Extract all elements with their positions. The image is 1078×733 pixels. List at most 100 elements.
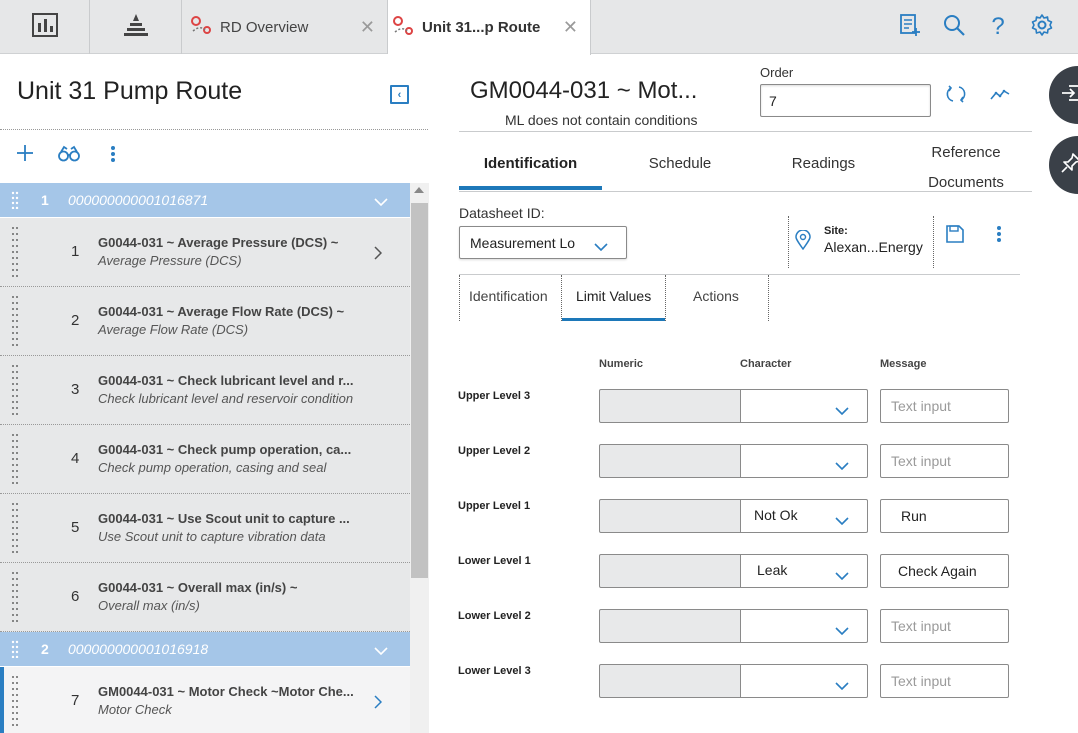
save-button[interactable] [944,224,966,247]
column-header-message: Message [880,358,927,370]
numeric-input[interactable] [599,499,741,533]
settings-button[interactable] [1028,12,1056,42]
refresh-button[interactable] [945,84,967,109]
search-button[interactable] [940,12,968,42]
tab-label: RD Overview [220,18,309,36]
list-item[interactable]: 6 G0044-031 ~ Overall max (in/s) ~ Overa… [0,563,410,632]
drag-handle-icon[interactable] [11,571,19,630]
character-select[interactable] [740,664,868,698]
help-button[interactable]: ? [985,12,1011,42]
item-subtitle: Average Pressure (DCS) [98,253,242,268]
record-title: GM0044-031 ~ Mot... [470,77,698,104]
chevron-down-icon [594,238,608,254]
item-title: G0044-031 ~ Check pump operation, ca... [98,442,352,457]
numeric-input[interactable] [599,609,741,643]
message-input[interactable]: Run [880,499,1009,533]
tab-identification[interactable]: Identification [459,155,602,172]
group-row[interactable]: 2 000000000001016918 [0,632,410,667]
message-input[interactable]: Text input [880,609,1009,643]
hierarchy-tab[interactable] [90,0,182,54]
message-input[interactable]: Check Again [880,554,1009,588]
message-input[interactable]: Text input [880,389,1009,423]
numeric-input[interactable] [599,444,741,478]
order-label: Order [760,65,794,80]
drag-handle-icon[interactable] [11,675,19,733]
route-title: Unit 31 Pump Route [17,77,243,105]
divider [459,275,460,321]
chevron-down-icon [835,622,849,638]
dashboard-tab[interactable] [0,0,90,54]
close-icon[interactable]: ✕ [563,17,578,38]
column-header-character: Character [740,358,792,370]
drag-handle-icon[interactable] [11,226,19,285]
limit-label: Upper Level 2 [458,445,531,457]
character-select[interactable]: Not Ok [740,499,868,533]
refresh-icon [946,84,966,109]
group-row[interactable]: 1 000000000001016871 [0,183,410,218]
divider [459,191,1032,192]
numeric-input[interactable] [599,389,741,423]
item-subtitle: Check pump operation, casing and seal [98,460,327,475]
collapse-panel-button[interactable]: ‹ [390,85,409,104]
list-item-selected[interactable]: 7 GM0044-031 ~ Motor Check ~Motor Che...… [0,667,410,733]
message-input[interactable]: Text input [880,664,1009,698]
list-scrollbar[interactable] [410,183,429,733]
trend-button[interactable] [989,85,1011,107]
drag-handle-icon[interactable] [11,364,19,423]
tab-unit-31-route[interactable]: Unit 31...p Route ✕ [388,0,591,55]
drag-handle-icon[interactable] [11,191,19,214]
character-select[interactable] [740,389,868,423]
more-options-button[interactable] [988,225,1010,247]
message-input[interactable]: Text input [880,444,1009,478]
scroll-up-icon[interactable] [414,187,424,193]
divider [0,129,428,130]
character-value: Leak [757,562,788,578]
chevron-down-icon [835,457,849,473]
chevron-right-icon[interactable] [374,246,383,265]
item-number: 6 [71,588,80,605]
checklist-button[interactable] [896,12,924,42]
list-item[interactable]: 3 G0044-031 ~ Check lubricant level and … [0,356,410,425]
item-title: G0044-031 ~ Average Pressure (DCS) ~ [98,235,339,250]
divider [459,274,1020,275]
list-item[interactable]: 4 G0044-031 ~ Check pump operation, ca..… [0,425,410,494]
record-panel: GM0044-031 ~ Mot... ML does not contain … [429,55,1078,733]
drag-handle-icon[interactable] [11,295,19,354]
numeric-input[interactable] [599,664,741,698]
numeric-input[interactable] [599,554,741,588]
subtab-identification[interactable]: Identification [469,288,548,304]
tab-reference-documents[interactable]: Reference Documents [895,138,1037,198]
drag-handle-icon[interactable] [11,502,19,561]
subtab-actions[interactable]: Actions [693,288,739,304]
list-item[interactable]: 1 G0044-031 ~ Average Pressure (DCS) ~ A… [0,218,410,287]
list-item[interactable]: 5 G0044-031 ~ Use Scout unit to capture … [0,494,410,563]
order-input[interactable] [760,84,931,117]
item-subtitle: Average Flow Rate (DCS) [98,322,249,337]
tab-schedule[interactable]: Schedule [609,155,751,172]
datasheet-select[interactable]: Measurement Lo [459,226,627,259]
app-tab-bar: RD Overview ✕ Unit 31...p Route ✕ ? [0,0,1078,55]
datasheet-label: Datasheet ID: [459,205,545,221]
character-select[interactable] [740,609,868,643]
chevron-down-icon[interactable] [374,642,388,660]
more-options-button[interactable] [102,145,124,167]
enter-icon [1061,84,1078,107]
character-select[interactable] [740,444,868,478]
drag-handle-icon[interactable] [11,433,19,492]
list-item[interactable]: 2 G0044-031 ~ Average Flow Rate (DCS) ~ … [0,287,410,356]
find-button[interactable] [58,145,80,167]
drag-handle-icon[interactable] [11,640,19,663]
add-button[interactable] [14,145,36,167]
character-select[interactable]: Leak [740,554,868,588]
divider [561,275,562,321]
tab-readings[interactable]: Readings [752,155,895,172]
close-icon[interactable]: ✕ [360,17,375,38]
item-title: G0044-031 ~ Average Flow Rate (DCS) ~ [98,304,345,319]
subtab-limit-values[interactable]: Limit Values [576,288,651,304]
route-icon [190,15,212,39]
scrollbar-thumb[interactable] [411,203,428,578]
route-list: 1 000000000001016871 1 G0044-031 ~ Avera… [0,183,410,733]
tab-rd-overview[interactable]: RD Overview ✕ [182,0,388,54]
chevron-down-icon[interactable] [374,193,388,211]
chevron-right-icon[interactable] [374,695,383,714]
